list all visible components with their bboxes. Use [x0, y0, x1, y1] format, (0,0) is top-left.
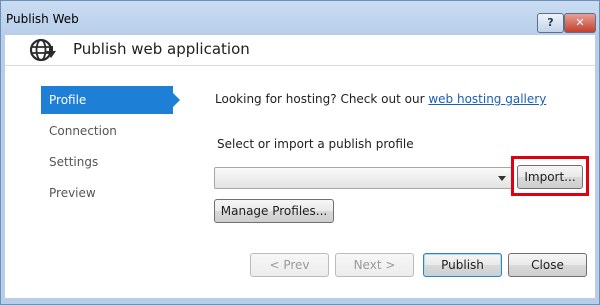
dialog-content: Profile Connection Settings Preview Look…: [5, 66, 595, 298]
title-bar[interactable]: Publish Web ? ✕: [1, 1, 599, 37]
prev-button[interactable]: < Prev: [250, 253, 329, 277]
next-button[interactable]: Next >: [335, 253, 414, 277]
hosting-prompt: Looking for hosting? Check out our web h…: [215, 92, 546, 106]
nav-item-label: Preview: [49, 186, 96, 200]
nav-item-settings[interactable]: Settings: [41, 148, 173, 176]
select-profile-label: Select or import a publish profile: [217, 137, 414, 151]
window-title: Publish Web: [6, 12, 79, 26]
nav-item-label: Profile: [49, 93, 87, 107]
profile-dropdown[interactable]: [214, 167, 512, 189]
help-button[interactable]: ?: [537, 13, 564, 33]
page-title: Publish web application: [73, 40, 250, 58]
chevron-down-icon: [498, 176, 506, 181]
manage-profiles-button[interactable]: Manage Profiles...: [214, 199, 334, 223]
dialog-header: Publish web application: [5, 35, 595, 66]
nav-item-connection[interactable]: Connection: [41, 117, 173, 145]
help-icon: ?: [547, 16, 554, 29]
active-arrow-icon: [173, 93, 180, 107]
window-close-button[interactable]: ✕: [564, 13, 596, 33]
nav-item-label: Connection: [49, 124, 117, 138]
close-button[interactable]: Close: [508, 253, 587, 277]
publish-button[interactable]: Publish: [423, 253, 502, 277]
nav-item-preview[interactable]: Preview: [41, 179, 173, 207]
hosting-text: Looking for hosting? Check out our: [215, 92, 429, 106]
close-icon: ✕: [575, 16, 585, 29]
import-highlight-box: [511, 156, 589, 196]
nav-item-label: Settings: [49, 155, 99, 169]
nav-item-profile[interactable]: Profile: [41, 86, 180, 114]
hosting-gallery-link[interactable]: web hosting gallery: [428, 92, 546, 106]
globe-icon: [29, 38, 56, 62]
